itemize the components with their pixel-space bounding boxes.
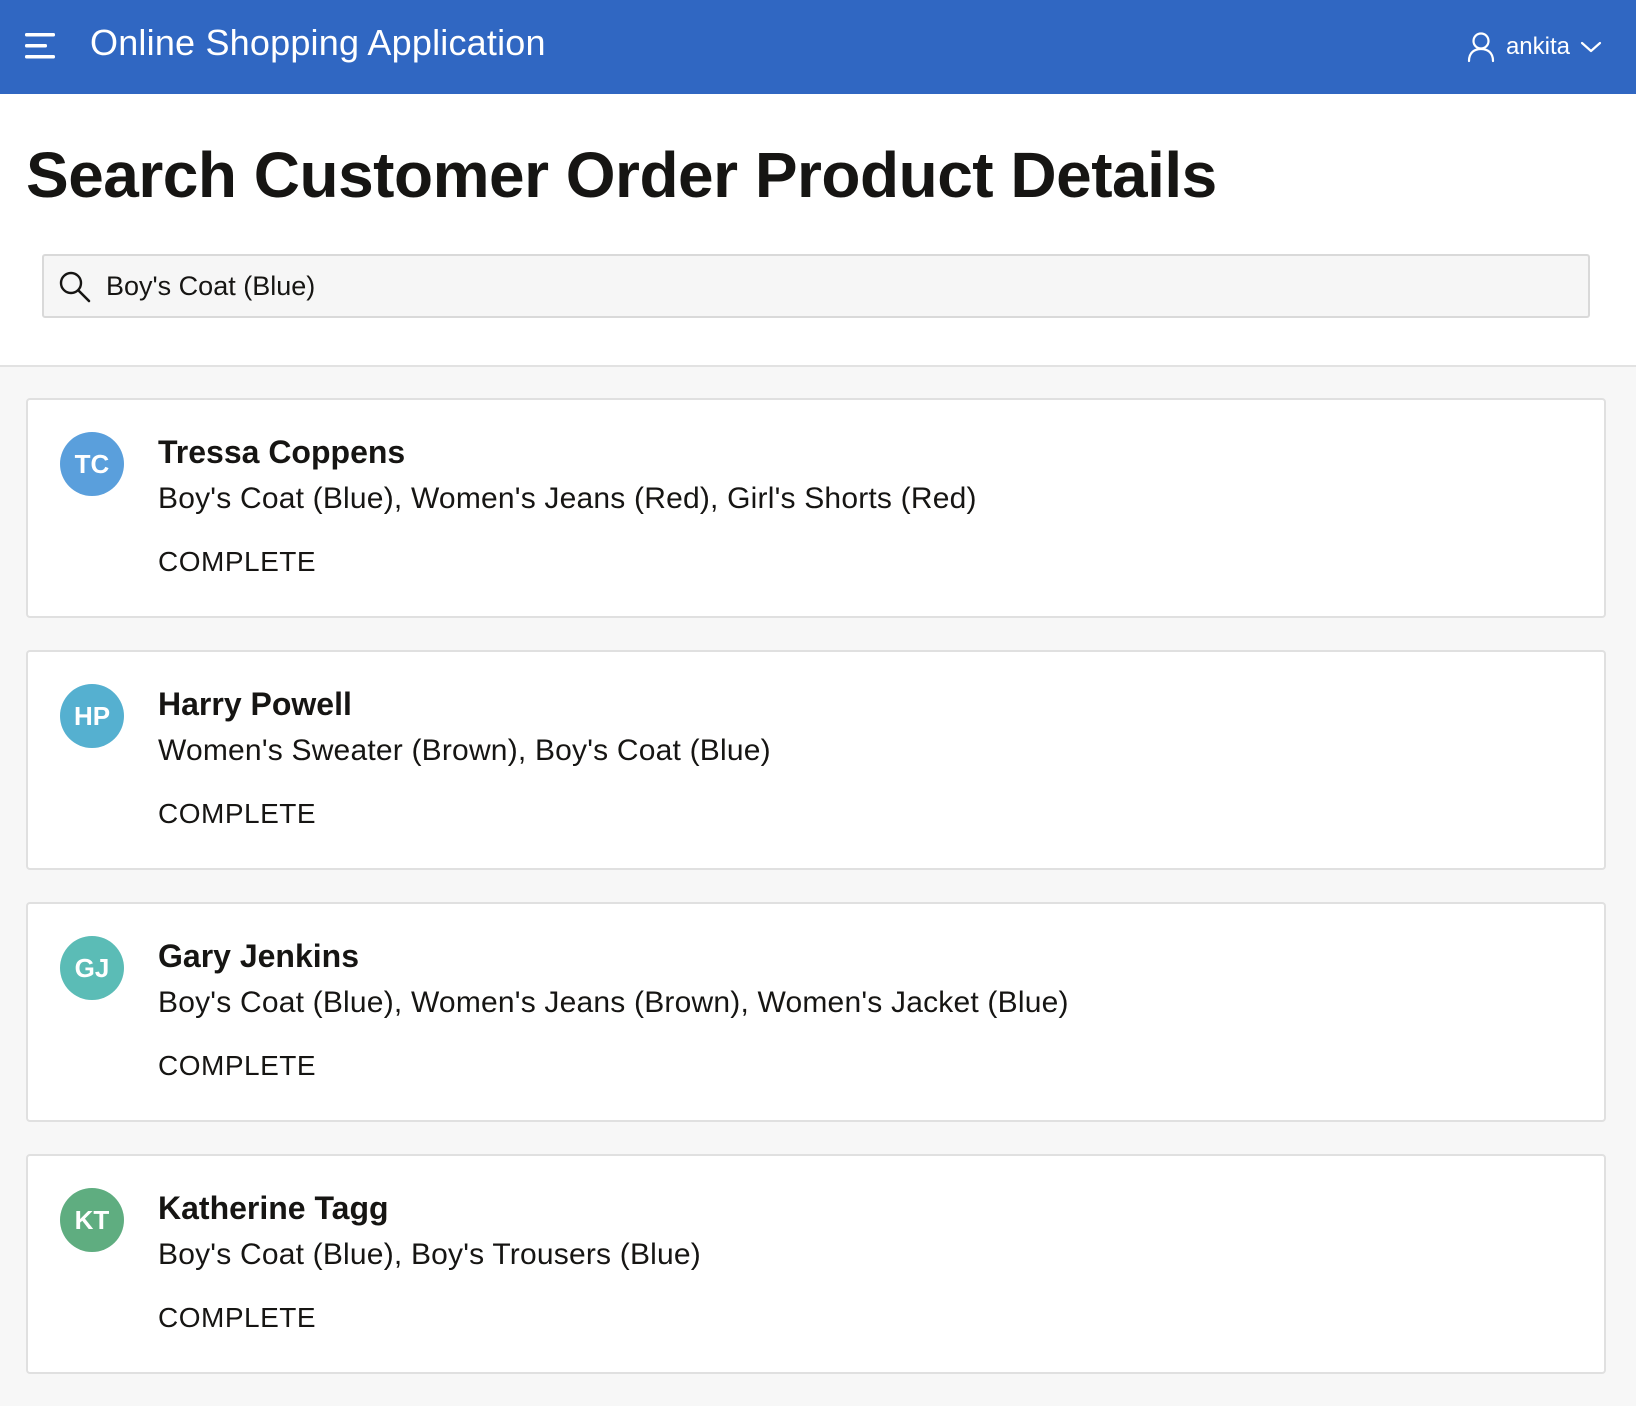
top-navigation-bar: Online Shopping Application ankita <box>0 0 1636 94</box>
order-products: Boy's Coat (Blue), Women's Jeans (Brown)… <box>158 986 1069 1019</box>
search-icon <box>59 271 91 303</box>
order-products: Women's Sweater (Brown), Boy's Coat (Blu… <box>158 734 771 767</box>
customer-name: Harry Powell <box>158 686 352 722</box>
user-icon <box>1467 32 1495 63</box>
result-card[interactable]: GJ Gary Jenkins Boy's Coat (Blue), Women… <box>26 902 1606 1122</box>
avatar: TC <box>60 432 124 496</box>
order-products: Boy's Coat (Blue), Women's Jeans (Red), … <box>158 482 977 515</box>
search-input[interactable] <box>106 262 1576 310</box>
app-title[interactable]: Online Shopping Application <box>90 22 546 64</box>
customer-name: Katherine Tagg <box>158 1190 389 1226</box>
page-header-region: Search Customer Order Product Details <box>0 94 1636 367</box>
result-card[interactable]: KT Katherine Tagg Boy's Coat (Blue), Boy… <box>26 1154 1606 1374</box>
order-status: COMPLETE <box>158 546 317 577</box>
order-status: COMPLETE <box>158 798 317 829</box>
user-menu-button[interactable]: ankita <box>1466 26 1602 68</box>
order-status: COMPLETE <box>158 1050 317 1081</box>
search-field[interactable] <box>42 254 1590 318</box>
order-products: Boy's Coat (Blue), Boy's Trousers (Blue) <box>158 1238 701 1271</box>
results-list: TC Tressa Coppens Boy's Coat (Blue), Wom… <box>26 398 1606 1406</box>
order-status: COMPLETE <box>158 1302 317 1333</box>
result-card[interactable]: HP Harry Powell Women's Sweater (Brown),… <box>26 650 1606 870</box>
page-title: Search Customer Order Product Details <box>26 139 1217 211</box>
customer-name: Tressa Coppens <box>158 434 406 470</box>
avatar: HP <box>60 684 124 748</box>
avatar: GJ <box>60 936 124 1000</box>
chevron-down-icon <box>1580 41 1602 53</box>
hamburger-menu-icon <box>25 33 55 59</box>
result-card[interactable]: TC Tressa Coppens Boy's Coat (Blue), Wom… <box>26 398 1606 618</box>
menu-toggle-button[interactable] <box>22 28 62 64</box>
customer-name: Gary Jenkins <box>158 938 359 974</box>
user-name: ankita <box>1505 33 1570 60</box>
avatar: KT <box>60 1188 124 1252</box>
